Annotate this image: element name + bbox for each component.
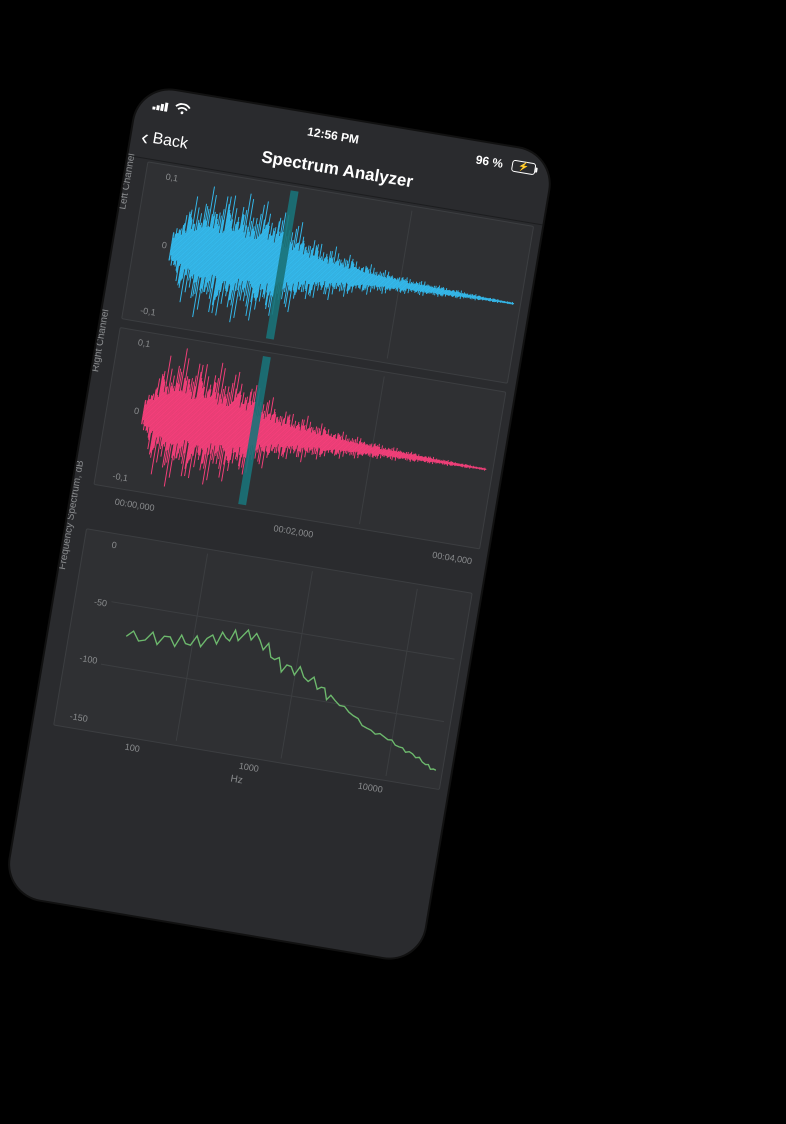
spectrum-panel[interactable]: 0 -50 -100 -150 bbox=[53, 528, 473, 790]
battery-percent: 96 % bbox=[475, 153, 504, 171]
chart-panels: Left Channel 0,1 0 -0,1 bbox=[27, 156, 543, 832]
right-channel-label: Right Channel bbox=[90, 308, 111, 372]
phone-frame: 12:56 PM 96 % ⚡ ‹ Back Spectrum Analyzer… bbox=[5, 85, 555, 963]
cell-signal-icon bbox=[152, 98, 170, 114]
left-channel-label: Left Channel bbox=[117, 153, 137, 211]
battery-icon: ⚡ bbox=[508, 159, 537, 175]
